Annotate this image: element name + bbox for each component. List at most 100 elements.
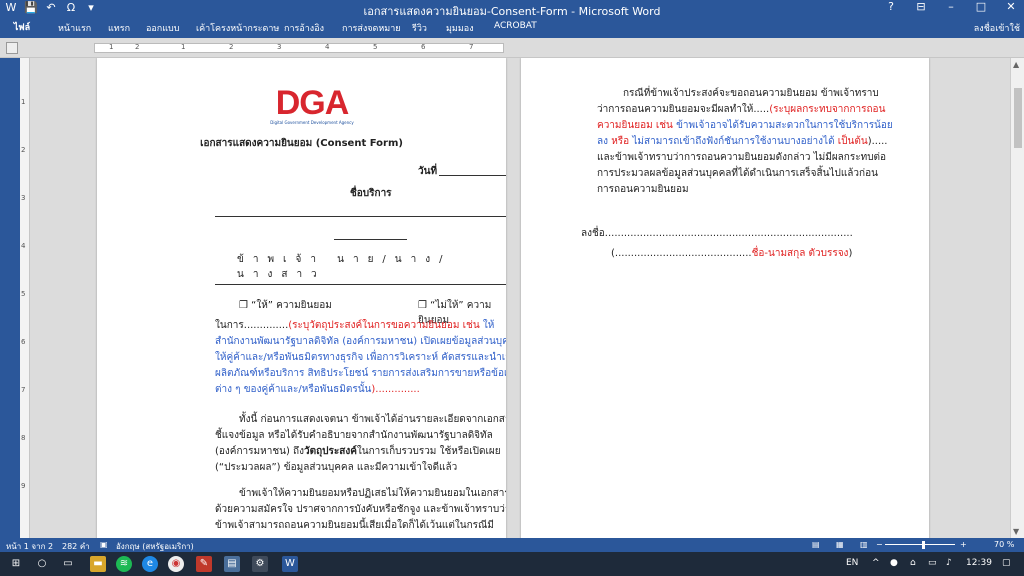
date-label: วันที่ xyxy=(418,166,438,177)
logo-text: DGA xyxy=(275,84,350,122)
dga-logo: DGA Digital Government Development Agenc… xyxy=(269,86,355,125)
sign-in-link[interactable]: ลงชื่อเข้าใช้ xyxy=(974,21,1020,35)
document-canvas[interactable]: DGA Digital Government Development Agenc… xyxy=(30,58,1010,538)
word-taskbar-icon[interactable]: W xyxy=(282,556,298,572)
tab-mailings[interactable]: การส่งจดหมาย xyxy=(342,21,401,35)
start-icon[interactable]: ⊞ xyxy=(8,556,24,572)
task-view-icon[interactable]: ▭ xyxy=(60,556,76,572)
tab-home[interactable]: หน้าแรก xyxy=(58,21,91,35)
withdraw-or: หรือ xyxy=(611,136,633,147)
tab-design[interactable]: ออกแบบ xyxy=(146,21,180,35)
edge-icon[interactable]: e xyxy=(142,556,158,572)
vertical-ruler[interactable]: 1 2 3 4 5 6 7 8 9 xyxy=(20,58,30,538)
ruler-tick: 5 xyxy=(373,43,378,51)
title-bar: W 💾 ↶ Ω ▾ เอกสารแสดงความยินยอม-Consent-F… xyxy=(0,0,1024,18)
tab-acrobat[interactable]: ACROBAT xyxy=(494,21,537,31)
service-line-2 xyxy=(334,239,407,240)
scroll-up-icon[interactable]: ▲ xyxy=(1013,60,1019,69)
tab-insert[interactable]: แทรก xyxy=(108,21,130,35)
explorer-icon[interactable]: ▬ xyxy=(90,556,106,572)
document-page-1[interactable]: DGA Digital Government Development Agenc… xyxy=(97,58,506,538)
scroll-down-icon[interactable]: ▼ xyxy=(1013,527,1019,536)
vruler-tick: 6 xyxy=(21,338,26,346)
vruler-tick: 1 xyxy=(21,98,26,106)
web-layout-icon[interactable]: ▥ xyxy=(860,540,868,549)
zoom-slider-thumb[interactable] xyxy=(922,541,925,549)
ruler-tick: 2 xyxy=(135,43,140,51)
document-title: เอกสารแสดงความยินยอม (Consent Form) xyxy=(200,138,403,149)
app3-icon[interactable]: ⚙ xyxy=(252,556,268,572)
ruler-tick: 2 xyxy=(229,43,234,51)
printed-name-hint: ชื่อ-นามสกุล ตัวบรรจง xyxy=(751,248,849,259)
vruler-tick: 4 xyxy=(21,242,26,250)
acknowledge-bold: วัตถุประสงค์ xyxy=(303,446,357,457)
tab-file[interactable]: ไฟล์ xyxy=(0,18,44,38)
logo-subtitle: Digital Government Development Agency xyxy=(270,120,354,125)
printed-name-line: (.......................................… xyxy=(611,246,901,262)
scroll-thumb[interactable] xyxy=(1014,88,1022,148)
applicant-name-line xyxy=(215,284,506,285)
search-icon[interactable]: ○ xyxy=(34,556,50,572)
ruler-tick: 1 xyxy=(109,43,114,51)
service-line-1 xyxy=(215,216,506,217)
purpose-note: (ระบุวัตถุประสงค์ในการขอความยินยอม เช่น xyxy=(288,320,483,331)
purpose-prefix: ในการ.............. xyxy=(215,320,289,331)
printed-name-dots: (.......................................… xyxy=(611,248,752,259)
zoom-in-icon[interactable]: + xyxy=(960,540,967,549)
tab-review[interactable]: รีวิว xyxy=(412,21,427,35)
app-icon[interactable]: ✎ xyxy=(196,556,212,572)
vruler-tick: 7 xyxy=(21,386,26,394)
vruler-tick: 3 xyxy=(21,194,26,202)
tray-chevron-icon[interactable]: ^ xyxy=(872,558,880,568)
vruler-tick: 8 xyxy=(21,434,26,442)
consent-yes-checkbox[interactable]: ❒ “ให้” ความยินยอม xyxy=(239,298,332,313)
ruler-tick: 4 xyxy=(325,43,330,51)
close-button[interactable]: ✕ xyxy=(1002,0,1020,13)
ruler-tick: 1 xyxy=(181,43,186,51)
spotify-icon[interactable]: ≋ xyxy=(116,556,132,572)
battery-icon[interactable]: ▭ xyxy=(928,558,937,568)
tray-app-icon[interactable]: ● xyxy=(890,558,898,568)
status-bar: หน้า 1 จาก 2 282 คำ ▣ อังกฤษ (สหรัฐอเมริ… xyxy=(0,538,1024,552)
app2-icon[interactable]: ▤ xyxy=(224,556,240,572)
ruler-row: 1 2 1 2 3 4 5 6 7 xyxy=(0,38,1024,58)
acknowledge-paragraph: ทั้งนี้ ก่อนการแสดงเจตนา ข้าพเจ้าได้อ่าน… xyxy=(215,412,506,476)
date-line xyxy=(439,175,506,176)
zoom-slider-track[interactable] xyxy=(885,544,955,545)
zoom-out-icon[interactable]: − xyxy=(876,540,883,549)
ruler-tick: 6 xyxy=(421,43,426,51)
print-layout-icon[interactable]: ▦ xyxy=(836,540,844,549)
service-label: ชื่อบริการ xyxy=(350,188,392,199)
zoom-level[interactable]: 70 % xyxy=(994,540,1014,549)
chrome-icon[interactable]: ◉ xyxy=(168,556,184,572)
ribbon-display-button[interactable]: ⊟ xyxy=(912,0,930,13)
proofing-icon[interactable]: ▣ xyxy=(100,540,108,549)
ruler-tick: 3 xyxy=(277,43,282,51)
vruler-tick: 9 xyxy=(21,482,26,490)
notification-icon[interactable]: ▢ xyxy=(1002,558,1011,568)
help-button[interactable]: ? xyxy=(882,0,900,13)
vruler-tick: 2 xyxy=(21,146,26,154)
language-tray[interactable]: EN xyxy=(846,558,858,568)
volume-icon[interactable]: ♪ xyxy=(946,558,952,568)
applicant-line-label: ข้าพเจ้า นาย/นาง/นางสาว xyxy=(237,254,452,280)
withdraw-etc: เป็นต้น xyxy=(837,136,868,147)
read-mode-icon[interactable]: ▤ xyxy=(812,540,820,549)
withdraw-example-2: ไม่สามารถเข้าถึงฟังก์ชันการใช้งานบางอย่า… xyxy=(632,136,838,147)
purpose-example: ให้สำนักงานพัฒนารัฐบาลดิจิทัล (องค์การมห… xyxy=(215,320,506,395)
document-page-2[interactable]: กรณีที่ข้าพเจ้าประสงค์จะขอถอนความยินยอม … xyxy=(521,58,929,538)
ribbon-tabs: ไฟล์ หน้าแรก แทรก ออกแบบ เค้าโครงหน้ากระ… xyxy=(0,18,1024,38)
tab-layout[interactable]: เค้าโครงหน้ากระดาษ xyxy=(196,21,279,35)
horizontal-ruler[interactable]: 1 2 1 2 3 4 5 6 7 xyxy=(94,43,504,53)
tab-view[interactable]: มุมมอง xyxy=(446,21,474,35)
clock[interactable]: 12:39 xyxy=(966,558,992,568)
maximize-button[interactable]: □ xyxy=(972,0,990,13)
vertical-scrollbar[interactable]: ▲ ▼ xyxy=(1010,58,1024,538)
tray-usb-icon[interactable]: ⌂ xyxy=(910,558,916,568)
tab-references[interactable]: การอ้างอิง xyxy=(284,21,324,35)
minimize-button[interactable]: – xyxy=(942,0,960,13)
window-controls: ? ⊟ – □ ✕ xyxy=(882,0,1020,13)
tab-selector[interactable] xyxy=(6,42,18,54)
purpose-suffix: ).............. xyxy=(371,384,420,395)
voluntary-paragraph: ข้าพเจ้าให้ความยินยอมหรือปฏิเสธไม่ให้ควา… xyxy=(215,488,506,531)
